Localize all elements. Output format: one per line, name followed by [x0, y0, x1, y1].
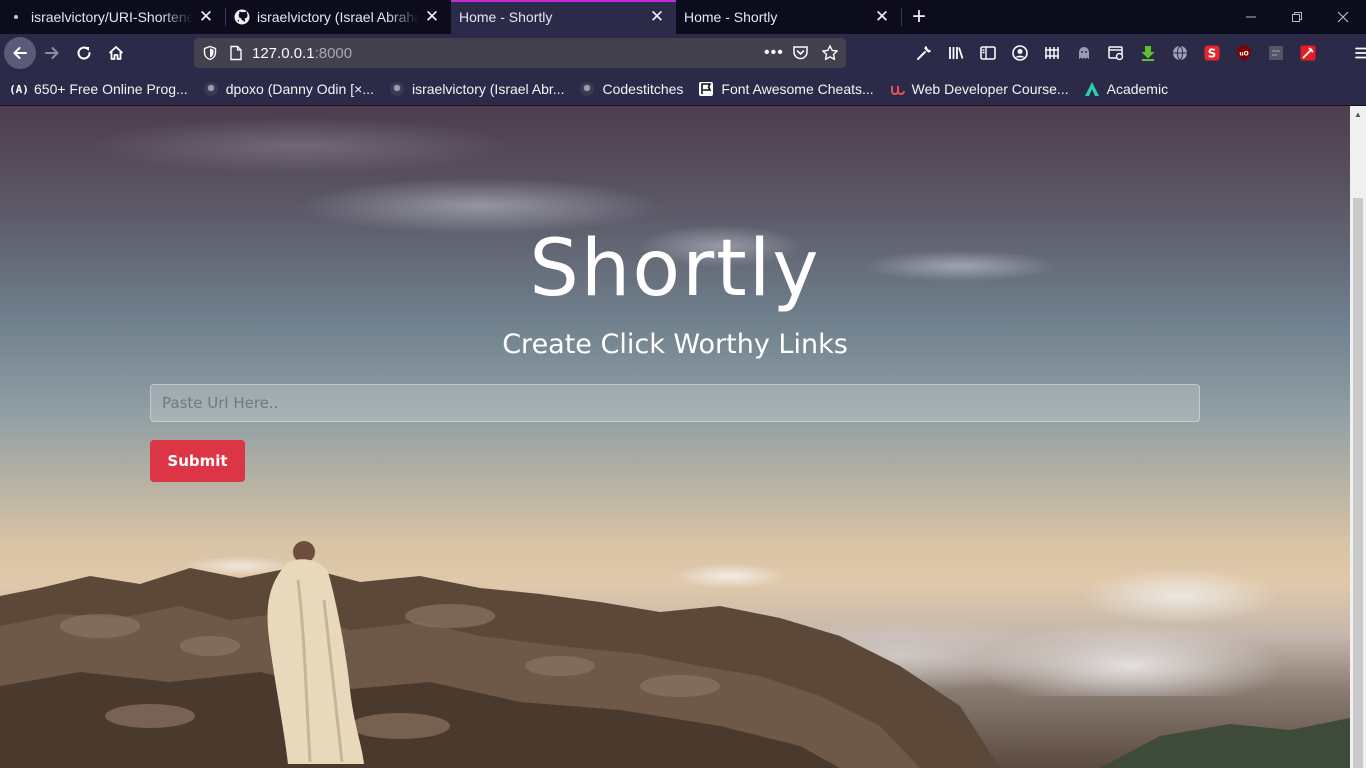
bookmark-item[interactable]: dpoxo (Danny Odin [×... — [202, 80, 374, 98]
download-icon[interactable] — [1132, 37, 1164, 69]
tagline: Create Click Worthy Links — [502, 329, 848, 360]
close-icon[interactable]: ✕ — [873, 7, 891, 26]
bookmark-label: 650+ Free Online Prog... — [34, 80, 188, 97]
page-actions-icon[interactable]: ••• — [764, 38, 784, 68]
navigation-toolbar: 127.0.0.1:8000 ••• S uO — [0, 34, 1366, 72]
code-icon: (A) — [10, 80, 28, 98]
url-port: :8000 — [314, 44, 353, 62]
minimize-icon — [1246, 16, 1256, 18]
arrow-right-icon — [45, 47, 59, 59]
page-info-icon[interactable] — [224, 45, 248, 61]
svg-text:S: S — [1208, 47, 1217, 61]
site-logo[interactable]: Shortly — [0, 224, 1350, 314]
pocket-icon[interactable] — [792, 45, 809, 65]
s-extension-icon[interactable]: S — [1196, 37, 1228, 69]
new-tab-button[interactable]: + — [902, 0, 936, 34]
wrench-icon[interactable] — [908, 37, 940, 69]
tab-strip: israelvictory/URI-Shortener ✕ israelvict… — [0, 0, 1366, 34]
globe-icon[interactable] — [1164, 37, 1196, 69]
puzzle-gray-icon[interactable] — [1260, 37, 1292, 69]
bookmark-item[interactable]: (A) 650+ Free Online Prog... — [10, 80, 188, 98]
bookmark-label: Codestitches — [602, 80, 684, 97]
bookmark-label: Academic — [1106, 80, 1169, 97]
reload-button[interactable] — [68, 37, 100, 69]
ublock-icon[interactable]: uO — [1228, 37, 1260, 69]
bookmark-item[interactable]: Web Developer Course... — [888, 80, 1069, 98]
tab-title: israelvictory (Israel Abraham) — [257, 9, 419, 25]
tab-home-shortly-active[interactable]: Home - Shortly ✕ — [451, 0, 676, 34]
shortly-page: Shortly Create Click Worthy Links Submit — [0, 106, 1350, 768]
home-button[interactable] — [100, 37, 132, 69]
hero-section: Shortly Create Click Worthy Links Submit — [0, 106, 1350, 768]
submit-button[interactable]: Submit — [150, 440, 245, 482]
extension-grid-icon[interactable] — [1036, 37, 1068, 69]
bookmark-item[interactable]: Codestitches — [578, 80, 683, 98]
sidebar-icon[interactable] — [972, 37, 1004, 69]
restore-icon — [1292, 12, 1302, 22]
bookmarks-toolbar: (A) 650+ Free Online Prog... dpoxo (Dann… — [0, 72, 1366, 106]
ghost-icon[interactable] — [1068, 37, 1100, 69]
tab-title: Home - Shortly — [459, 9, 553, 25]
github-icon — [202, 80, 220, 98]
close-icon[interactable]: ✕ — [423, 7, 441, 26]
page-scrollbar[interactable]: ▲ — [1350, 106, 1366, 768]
hamburger-menu-icon[interactable] — [1346, 37, 1366, 69]
reload-icon — [77, 46, 91, 60]
bookmark-label: israelvictory (Israel Abr... — [411, 80, 565, 97]
scroll-thumb[interactable] — [1353, 198, 1363, 768]
url-bar[interactable]: 127.0.0.1:8000 ••• — [194, 38, 846, 68]
account-icon[interactable] — [1004, 37, 1036, 69]
home-icon — [108, 46, 124, 60]
flag-icon — [697, 80, 715, 98]
scroll-up-arrow-icon[interactable]: ▲ — [1350, 106, 1366, 123]
close-icon[interactable]: ✕ — [197, 7, 215, 26]
forward-button[interactable] — [36, 37, 68, 69]
bookmark-star-icon[interactable] — [821, 44, 839, 66]
url-input[interactable] — [150, 384, 1200, 422]
toolbar-extensions: S uO — [908, 34, 1366, 72]
tab-uri-shortener[interactable]: israelvictory/URI-Shortener ✕ — [0, 0, 225, 34]
tab-home-shortly[interactable]: Home - Shortly ✕ — [676, 0, 901, 34]
tab-github-profile[interactable]: israelvictory (Israel Abraham) ✕ — [226, 0, 451, 34]
close-window-icon — [1337, 11, 1349, 23]
close-icon[interactable]: ✕ — [648, 7, 666, 26]
url-host: 127.0.0.1 — [252, 44, 315, 62]
udemy-icon — [888, 80, 906, 98]
github-icon — [388, 80, 406, 98]
github-icon — [234, 9, 250, 25]
screenshot-icon[interactable] — [1100, 37, 1132, 69]
minimize-button[interactable] — [1228, 0, 1274, 34]
bookmark-item[interactable]: israelvictory (Israel Abr... — [388, 80, 565, 98]
bookmark-label: dpoxo (Danny Odin [×... — [225, 80, 374, 97]
close-window-button[interactable] — [1320, 0, 1366, 34]
dot-icon — [8, 9, 24, 25]
tracking-shield-icon[interactable] — [196, 45, 224, 61]
back-button[interactable] — [4, 37, 36, 69]
github-icon — [578, 80, 596, 98]
bookmark-item[interactable]: Academic — [1083, 80, 1168, 98]
pen-extension-icon[interactable] — [1292, 37, 1324, 69]
tab-title: israelvictory/URI-Shortener — [31, 9, 193, 25]
bookmark-label: Web Developer Course... — [911, 80, 1069, 97]
bookmark-item[interactable]: Font Awesome Cheats... — [697, 80, 874, 98]
svg-text:(A): (A) — [10, 83, 28, 96]
svg-text:uO: uO — [1239, 51, 1248, 58]
academic-icon — [1083, 80, 1101, 98]
restore-button[interactable] — [1274, 0, 1320, 34]
tab-title: Home - Shortly — [684, 9, 778, 25]
url-text: 127.0.0.1:8000 — [252, 45, 352, 62]
bookmark-label: Font Awesome Cheats... — [721, 80, 874, 97]
arrow-left-icon — [13, 47, 27, 59]
library-icon[interactable] — [940, 37, 972, 69]
